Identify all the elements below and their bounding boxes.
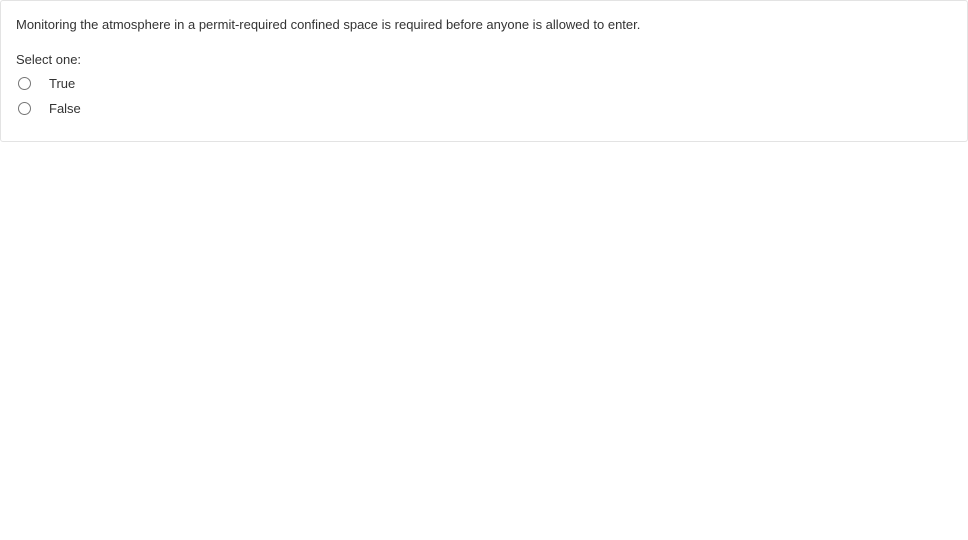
select-prompt: Select one: xyxy=(16,52,952,67)
option-row-true: True xyxy=(16,73,952,94)
option-row-false: False xyxy=(16,98,952,119)
question-container: Monitoring the atmosphere in a permit-re… xyxy=(0,0,968,142)
question-text: Monitoring the atmosphere in a permit-re… xyxy=(16,16,952,34)
radio-false[interactable] xyxy=(18,102,31,115)
option-label-true[interactable]: True xyxy=(49,76,75,91)
option-label-false[interactable]: False xyxy=(49,101,81,116)
radio-true[interactable] xyxy=(18,77,31,90)
